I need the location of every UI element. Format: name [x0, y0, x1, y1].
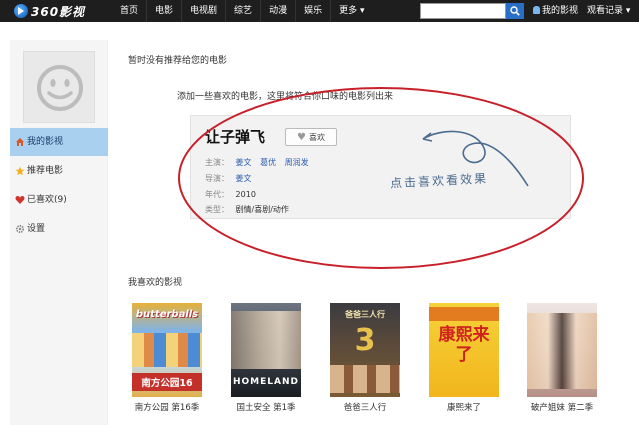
- user-icon: [533, 6, 540, 14]
- cast-link[interactable]: 姜文: [236, 158, 252, 167]
- smiley-avatar-icon: [37, 65, 83, 111]
- nav-home[interactable]: 首页: [112, 0, 146, 22]
- nav-anime[interactable]: 动漫: [260, 0, 295, 22]
- home-icon: [16, 138, 24, 146]
- poster-top-text: 爸爸三人行: [345, 310, 385, 319]
- cast-row: 主演： 姜文 葛优 周润发: [205, 157, 315, 168]
- movie-poster[interactable]: butterballs 南方公园16: [132, 303, 202, 397]
- movie-caption[interactable]: 破产姐妹 第二季: [522, 401, 602, 413]
- avatar[interactable]: [23, 51, 95, 123]
- year-label: 年代：: [205, 190, 229, 199]
- director-link[interactable]: 姜文: [236, 174, 252, 183]
- poster-title-text: 南方公园16: [132, 373, 202, 391]
- logo-play-icon: [14, 4, 28, 18]
- movie-poster[interactable]: 爸爸三人行 3: [330, 303, 400, 397]
- watch-history-menu[interactable]: 观看记录 ▾: [587, 0, 630, 22]
- poster-top-text: butterballs: [135, 309, 199, 320]
- poster-title-text: 康熙来了: [438, 325, 490, 365]
- like-button-label: 喜欢: [308, 132, 325, 142]
- logo-text: 360影视: [31, 4, 86, 19]
- nav-movies[interactable]: 电影: [146, 0, 181, 22]
- sidebar-item-liked[interactable]: 已喜欢(9): [10, 186, 108, 214]
- movie-title[interactable]: 让子弹飞: [205, 126, 265, 147]
- cast-link[interactable]: 周润发: [285, 158, 309, 167]
- director-row: 导演： 姜文: [205, 173, 258, 184]
- sidebar-item-label: 推荐电影: [27, 166, 64, 176]
- genre-label: 类型：: [205, 205, 229, 214]
- sidebar-item-recommended[interactable]: 推荐电影: [10, 157, 108, 185]
- search-icon: [510, 6, 520, 16]
- sidebar-item-label: 设置: [27, 224, 46, 234]
- star-icon: [15, 166, 25, 176]
- my-videos-link[interactable]: 我的影视: [533, 0, 578, 22]
- sidebar: 我的影视 推荐电影 已喜欢(9) 设置: [10, 40, 108, 425]
- movie-poster[interactable]: [527, 303, 597, 397]
- page: { "topbar": { "logo_text": "360影视", "nav…: [0, 0, 639, 425]
- heart-icon: [15, 195, 25, 204]
- logo[interactable]: 360影视: [14, 2, 85, 20]
- my-videos-label: 我的影视: [542, 6, 579, 16]
- top-nav-bar: 360影视 首页 电影 电视剧 综艺 动漫 娱乐 更多 ▾ 我的影视 观看记录 …: [0, 0, 639, 22]
- nav-variety[interactable]: 综艺: [225, 0, 260, 22]
- liked-section-title: 我喜欢的影视: [128, 278, 183, 288]
- search-input[interactable]: [420, 3, 506, 19]
- cast-label: 主演：: [205, 158, 229, 167]
- nav-tv[interactable]: 电视剧: [181, 0, 225, 22]
- nav-more[interactable]: 更多 ▾: [330, 0, 372, 22]
- director-label: 导演：: [205, 174, 229, 183]
- poster-title-text: 3: [354, 323, 376, 358]
- sample-movie-card: 让子弹飞 ♥ 喜欢 主演： 姜文 葛优 周润发 导演： 姜文 年代： 2010 …: [190, 115, 571, 219]
- movie-poster[interactable]: 康熙来了: [429, 303, 499, 397]
- movie-caption[interactable]: 康熙来了: [424, 401, 504, 413]
- movie-caption[interactable]: 南方公园 第16季: [127, 401, 207, 413]
- genre-value: 剧情/喜剧/动作: [235, 205, 289, 214]
- nav-entertainment[interactable]: 娱乐: [295, 0, 330, 22]
- poster-title-text: HOMELAND: [233, 377, 299, 387]
- hint-text: 添加一些喜欢的电影，这里将符合你口味的电影列出来: [177, 92, 394, 102]
- year-value: 2010: [235, 190, 256, 199]
- like-button[interactable]: ♥ 喜欢: [285, 128, 337, 146]
- movie-caption[interactable]: 爸爸三人行: [325, 401, 405, 413]
- sidebar-item-my-videos[interactable]: 我的影视: [10, 128, 108, 156]
- sidebar-item-label: 已喜欢(9): [27, 195, 67, 205]
- sidebar-item-label: 我的影视: [27, 137, 64, 147]
- gear-icon: [15, 224, 25, 234]
- heart-outline-icon: ♥: [297, 131, 306, 143]
- main-nav: 首页 电影 电视剧 综艺 动漫 娱乐 更多 ▾: [112, 0, 372, 22]
- genre-row: 类型： 剧情/喜剧/动作: [205, 204, 289, 215]
- cast-link[interactable]: 葛优: [260, 158, 276, 167]
- movie-caption[interactable]: 国土安全 第1季: [226, 401, 306, 413]
- recommend-section-title: 暂时没有推荐给您的电影: [128, 56, 228, 66]
- search-button[interactable]: [506, 3, 524, 19]
- sidebar-item-settings[interactable]: 设置: [10, 215, 108, 243]
- movie-poster[interactable]: HOMELAND: [231, 303, 301, 397]
- year-row: 年代： 2010: [205, 189, 256, 200]
